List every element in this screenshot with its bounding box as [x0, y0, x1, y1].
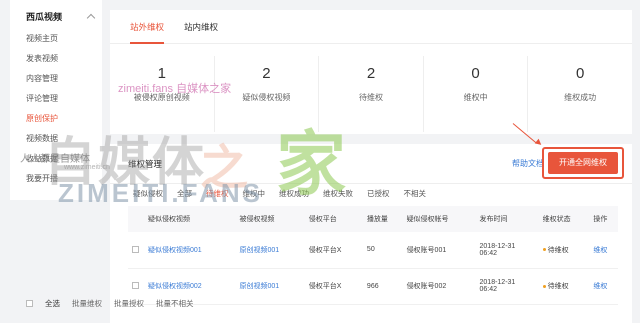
enable-network-protection-button[interactable]: 开通全网维权 — [548, 152, 618, 174]
suspect-video-link[interactable]: 疑似侵权视频001 — [144, 232, 235, 268]
date-value: 2018-12-31 — [479, 279, 516, 286]
filter-irrelevant[interactable]: 不相关 — [399, 186, 432, 201]
platform-cell: 侵权平台X — [308, 283, 342, 290]
time-value: 06:42 — [479, 286, 498, 293]
watermark-domain: ZIMEITI.FANS — [58, 178, 263, 208]
sidebar-item-content[interactable]: 内容管理 — [10, 69, 102, 89]
header-checkbox-cell — [128, 206, 144, 232]
sidebar-item-publish[interactable]: 发表视频 — [10, 49, 102, 69]
platform-cell: 侵权平台X — [308, 246, 342, 254]
batch-irrelevant-button[interactable]: 批量不相关 — [156, 298, 194, 309]
infringement-table: 疑似侵权视频 被侵权视频 侵权平台 播放量 疑似侵权帐号 发布时间 维权状态 操… — [128, 206, 618, 305]
help-docs-link[interactable]: 帮助文档 — [512, 158, 544, 169]
table-row: 疑似侵权视频001 原创视频001 侵权平台X 50 侵权账号001 2018-… — [128, 232, 618, 268]
tab-offsite-protection[interactable]: 站外维权 — [130, 18, 165, 44]
column-header: 疑似侵权帐号 — [406, 216, 449, 223]
row-checkbox[interactable] — [132, 246, 139, 254]
account-cell: 侵权账号001 — [406, 246, 447, 254]
tab-onsite-protection[interactable]: 站内维权 — [184, 18, 218, 44]
batch-actions-bar: 全选 批量维权 批量授权 批量不相关 — [26, 298, 194, 309]
column-header: 播放量 — [366, 216, 388, 223]
watermark-url: www.zimeiti.cn — [64, 164, 110, 171]
sidebar-item-home[interactable]: 视频主页 — [10, 29, 102, 49]
date-cell: 2018-12-31 06:42 — [476, 268, 539, 304]
select-all-checkbox[interactable] — [26, 300, 33, 307]
table-row: 疑似侵权视频002 原创视频001 侵权平台X 966 侵权账号002 2018… — [128, 268, 618, 304]
protect-action-link[interactable]: 维权 — [589, 232, 618, 268]
status-cell: 待维权 — [539, 268, 590, 304]
filter-authorized[interactable]: 已授权 — [362, 186, 395, 201]
stat-label: 待维权 — [358, 93, 383, 102]
plays-cell: 50 — [366, 246, 375, 254]
batch-authorize-button[interactable]: 批量授权 — [114, 298, 144, 309]
column-header: 被侵权视频 — [239, 216, 275, 223]
column-header: 侵权平台 — [308, 216, 337, 223]
plays-cell: 966 — [366, 282, 379, 290]
sidebar-title: 西瓜视频 — [26, 12, 63, 22]
date-cell: 2018-12-31 06:42 — [476, 232, 539, 268]
stat-value: 2 — [366, 65, 376, 82]
column-header: 疑似侵权视频 — [148, 216, 190, 223]
column-header: 操作 — [593, 216, 608, 223]
time-value: 06:42 — [479, 249, 498, 257]
status-text: 待维权 — [547, 246, 569, 254]
column-header: 发布时间 — [479, 216, 508, 223]
status-dot-icon — [542, 248, 546, 252]
stat-success: 0 维权成功 — [528, 56, 632, 132]
watermark-logo-jia: 家 — [276, 125, 346, 203]
status-cell: 待维权 — [539, 232, 590, 268]
row-checkbox[interactable] — [132, 282, 139, 290]
stat-value: 0 — [576, 65, 585, 82]
stat-in-progress: 0 维权中 — [424, 56, 529, 132]
chevron-up-icon[interactable] — [86, 13, 96, 23]
watermark-pink-text: zimeiti.fans 自媒体之家 — [118, 83, 232, 95]
stat-label: 维权中 — [463, 93, 488, 102]
select-all-label[interactable]: 全选 — [45, 298, 60, 309]
original-video-link[interactable]: 原创视频001 — [235, 268, 304, 304]
table-header-row: 疑似侵权视频 被侵权视频 侵权平台 播放量 疑似侵权帐号 发布时间 维权状态 操… — [128, 206, 618, 232]
sidebar-header[interactable]: 西瓜视频 — [10, 0, 102, 29]
sidebar-item-comments[interactable]: 评论管理 — [10, 89, 102, 109]
status-text: 待维权 — [547, 283, 569, 290]
batch-protect-button[interactable]: 批量维权 — [72, 298, 102, 309]
date-value: 2018-12-31 — [479, 242, 516, 250]
tab-bar: 站外维权 站内维权 — [110, 10, 632, 44]
column-header: 维权状态 — [542, 216, 571, 223]
account-cell: 侵权账号002 — [406, 283, 447, 290]
original-video-link[interactable]: 原创视频001 — [235, 232, 304, 268]
stat-value: 0 — [471, 65, 480, 82]
status-dot-icon — [542, 284, 546, 288]
watermark-slogan: 人人都是自媒体 — [20, 154, 90, 165]
stat-label: 维权成功 — [564, 93, 597, 102]
protect-action-link[interactable]: 维权 — [589, 268, 618, 304]
